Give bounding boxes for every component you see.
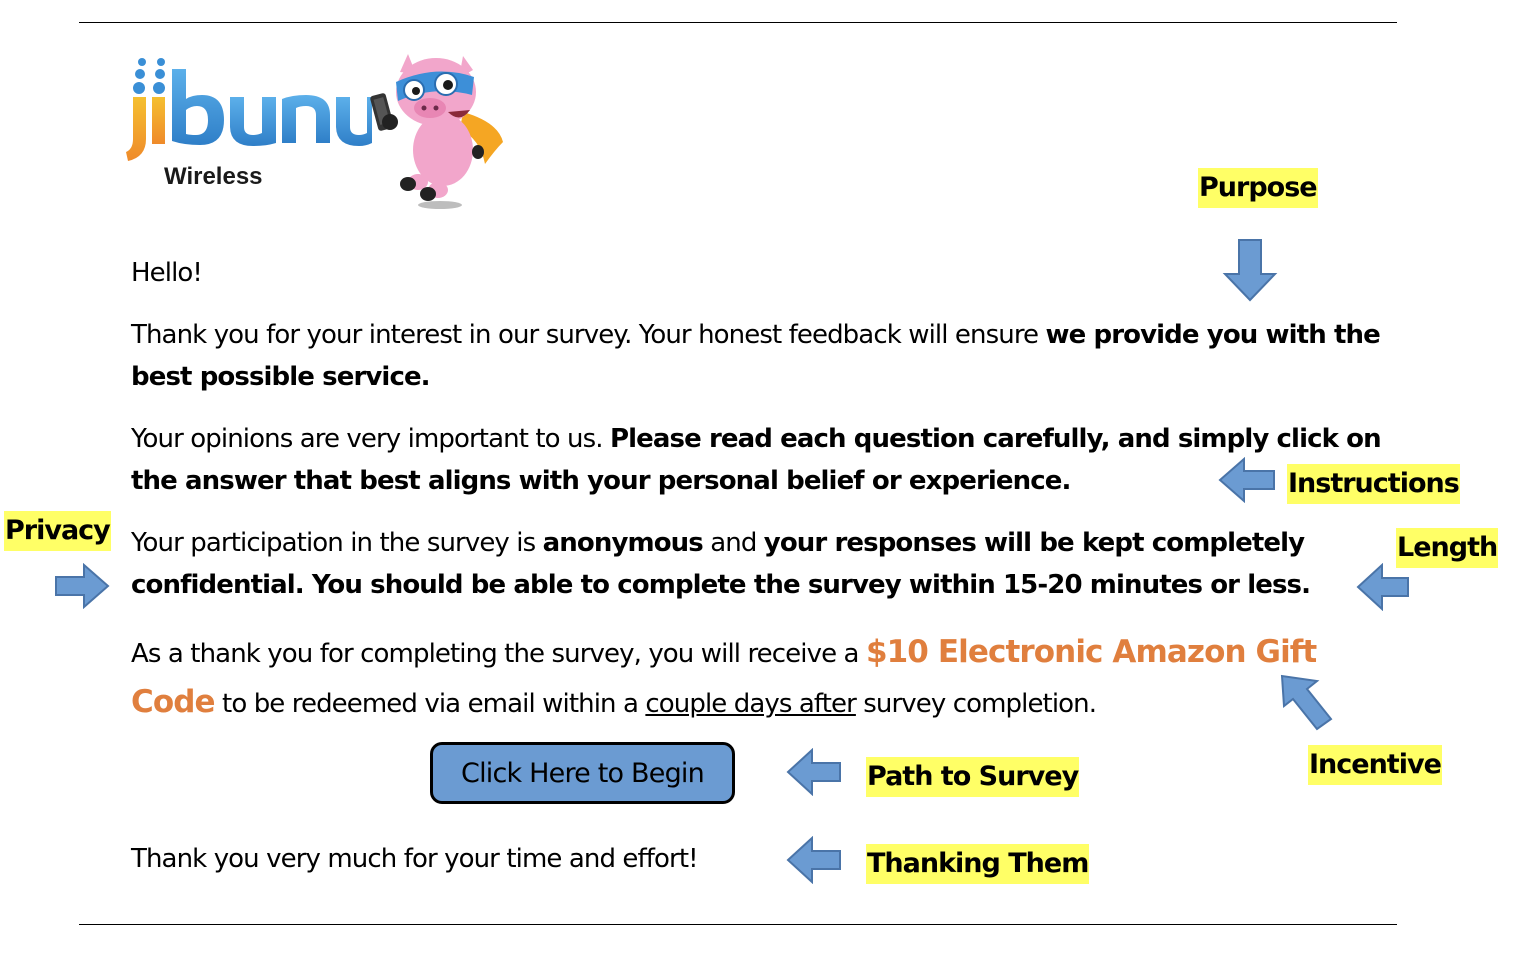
pig-mascot-icon [370, 54, 503, 209]
arrow-right-icon [55, 563, 110, 609]
privacy-bold-1: anonymous [542, 528, 704, 558]
arrow-left-icon [1356, 563, 1409, 611]
arrow-left-icon [786, 748, 841, 796]
incentive-text-3: survey completion. [855, 689, 1097, 719]
annotation-path-to-survey: Path to Survey [866, 757, 1079, 797]
annotation-purpose: Purpose [1198, 168, 1318, 208]
instructions-text: Your opinions are very important to us. [131, 424, 610, 454]
purpose-text: Thank you for your interest in our surve… [131, 320, 1046, 350]
jibunu-logo: Wireless [122, 55, 372, 195]
incentive-paragraph: As a thank you for completing the survey… [131, 628, 1371, 728]
arrow-left-icon [1218, 457, 1275, 503]
top-divider [79, 22, 1397, 23]
arrow-up-left-icon [1280, 674, 1333, 731]
begin-survey-button[interactable]: Click Here to Begin [430, 742, 735, 804]
incentive-text-1: As a thank you for completing the survey… [131, 639, 866, 669]
annotation-length: Length [1396, 528, 1498, 568]
privacy-text-1: Your participation in the survey is [131, 528, 543, 558]
incentive-underline: couple days after [645, 689, 856, 719]
closing-line: Thank you very much for your time and ef… [131, 844, 699, 874]
annotation-incentive: Incentive [1308, 745, 1442, 785]
annotation-privacy: Privacy [4, 511, 111, 551]
bottom-divider [79, 924, 1397, 925]
privacy-paragraph: Your participation in the survey is anon… [131, 522, 1391, 606]
annotation-instructions: Instructions [1287, 464, 1460, 504]
incentive-text-2: to be redeemed via email within a [214, 689, 646, 719]
privacy-text-2: and [702, 528, 764, 558]
greeting: Hello! [131, 258, 203, 288]
jibunu-wordmark-icon [126, 58, 372, 161]
logo-tagline: Wireless [164, 163, 263, 190]
arrow-left-icon [786, 836, 841, 884]
arrow-down-icon [1222, 239, 1278, 302]
annotation-thanking-them: Thanking Them [866, 844, 1089, 884]
instructions-paragraph: Your opinions are very important to us. … [131, 418, 1391, 502]
purpose-paragraph: Thank you for your interest in our surve… [131, 314, 1391, 398]
